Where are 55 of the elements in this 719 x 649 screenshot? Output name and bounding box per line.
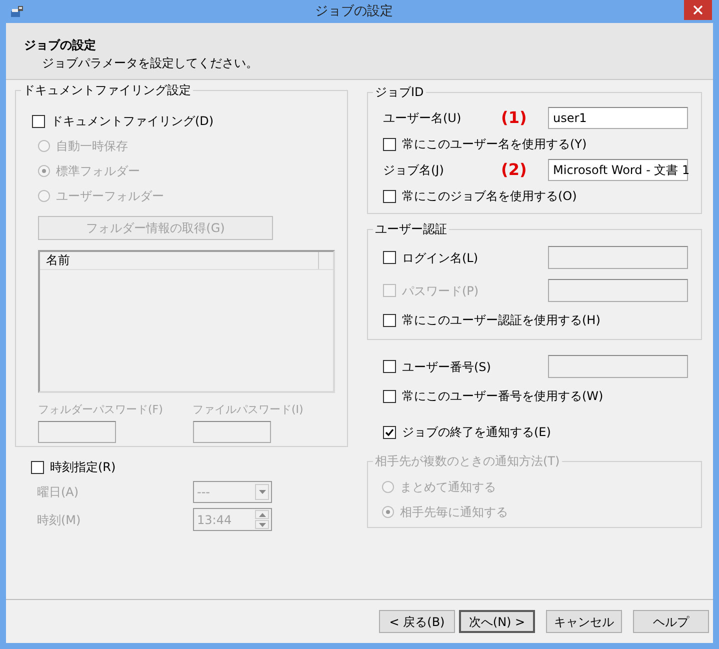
checkbox[interactable] [383,390,396,402]
app-icon [10,4,24,18]
field-label: 時刻(M) [37,512,82,528]
spinner-value: 13:44 [197,512,232,528]
header-title: ジョブの設定 [24,37,97,54]
checkbox-label: 常にこのジョブ名を使用する(O) [402,188,577,205]
dialog-button[interactable]: キャンセル [546,610,622,633]
group-legend: ジョブID [373,84,426,100]
checkbox-label: ドキュメントファイリング(D) [51,113,214,130]
checkbox-label: 時刻指定(R) [50,459,116,476]
checkbox-label: 常にこのユーザー名を使用する(Y) [402,136,587,153]
field-label: ジョブ名(J) [383,162,445,179]
radio-label: 自動一時保存 [56,138,128,155]
checkbox[interactable] [383,426,396,438]
annotation-label: (1) [501,107,528,129]
checkbox[interactable] [383,138,396,150]
text-field[interactable] [548,246,688,269]
text-field[interactable]: Microsoft Word - 文書 1 [548,159,688,181]
window-title: ジョブの設定 [314,2,394,21]
radio-label: まとめて通知する [400,479,496,496]
checkbox[interactable] [31,460,44,474]
checkbox-label: ジョブの終了を通知する(E) [402,424,551,441]
checkbox-label: 常にこのユーザー認証を使用する(H) [402,312,600,329]
dialog-button[interactable]: 次へ(N) > [459,610,535,633]
radio-label: 相手先毎に通知する [400,504,508,521]
field-label: ファイルパスワード(I) [192,402,304,418]
checkbox-label: パスワード(P) [402,282,479,300]
group-legend: ユーザー認証 [373,221,449,237]
checkbox-label: 常にこのユーザー番号を使用する(W) [402,388,604,405]
group-legend: 相手先が複数のときの通知方法(T) [373,453,562,469]
annotation-label: (2) [501,159,528,181]
field-label: フォルダーパスワード(F) [38,402,164,418]
list-view[interactable]: 名前 [38,250,335,393]
text-field[interactable] [548,279,688,302]
radio-label: 標準フォルダー [56,163,140,180]
checkbox-label: ユーザー番号(S) [402,358,491,376]
checkbox[interactable] [383,360,396,373]
field-label: ユーザー名(U) [383,110,462,127]
checkbox[interactable] [383,251,396,264]
dialog-button[interactable]: ヘルプ [633,610,709,633]
dropdown-value: --- [197,484,210,501]
checkbox[interactable] [32,114,45,128]
checkbox-label: ログイン名(L) [402,250,478,266]
close-icon[interactable] [693,5,703,15]
header-subtitle: ジョブパラメータを設定してください。 [41,55,259,72]
dialog-button[interactable]: < 戻る(B) [379,610,455,633]
checkbox[interactable] [383,190,396,202]
close-button[interactable] [684,0,712,20]
text-field[interactable] [548,355,688,378]
checkbox[interactable] [383,314,396,326]
text-field[interactable]: user1 [548,107,688,129]
group-legend: ドキュメントファイリング設定 [21,82,193,98]
radio-label: ユーザーフォルダー [56,188,164,205]
column-header[interactable]: 名前 [40,252,319,269]
field-label: 曜日(A) [37,484,80,501]
